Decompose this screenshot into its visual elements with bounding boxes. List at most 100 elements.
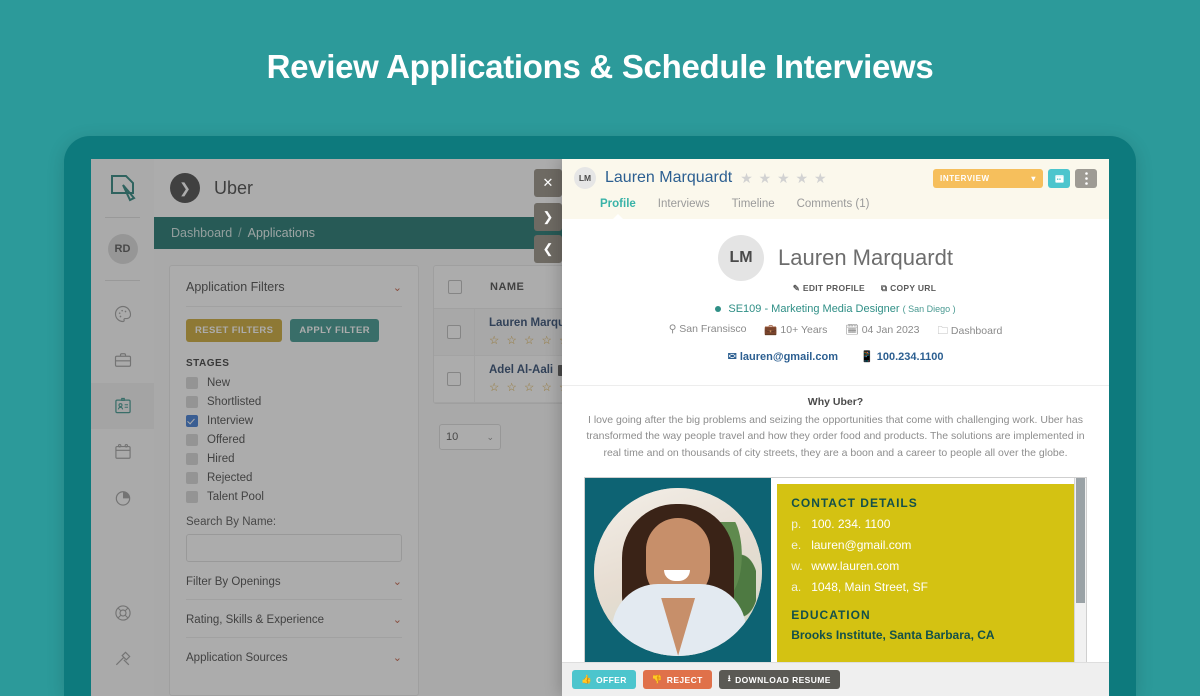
sidebar-item-reports[interactable] — [91, 475, 154, 521]
stage-row-interview[interactable]: Interview — [186, 415, 402, 427]
edit-profile-button[interactable]: ✎ EDIT PROFILE — [793, 283, 865, 294]
sidebar-item-applications[interactable] — [91, 383, 162, 429]
row-checkbox[interactable] — [447, 325, 461, 339]
reject-button[interactable]: 👎 REJECT — [642, 670, 712, 689]
candidate-photo — [594, 487, 763, 656]
breadcrumb-separator: / — [238, 226, 242, 240]
previous-candidate-button[interactable]: ❮ — [534, 235, 562, 263]
chevron-down-icon[interactable]: ⌄ — [393, 281, 402, 294]
accordion-application-sources[interactable]: Application Sources ⌄ — [186, 638, 402, 675]
app-logo[interactable] — [91, 159, 154, 217]
why-section: Why Uber? I love going after the big pro… — [562, 386, 1109, 469]
stage-label-shortlisted: Shortlisted — [207, 396, 262, 408]
stage-row-talent-pool[interactable]: Talent Pool — [186, 491, 402, 503]
resume-key-w: w. — [791, 558, 803, 573]
reset-filters-button[interactable]: RESET FILTERS — [186, 319, 283, 342]
more-options-button[interactable] — [1075, 168, 1097, 188]
stage-dropdown[interactable]: INTERVIEW ▾ — [933, 168, 1043, 188]
download-label: DOWNLOAD RESUME — [735, 674, 831, 685]
meta-location: ⚲ San Fransisco — [668, 323, 747, 335]
breadcrumb-root[interactable]: Dashboard — [171, 226, 232, 240]
tab-interviews[interactable]: Interviews — [658, 198, 710, 219]
checkbox-shortlisted[interactable] — [186, 396, 198, 408]
candidate-name[interactable]: Adel Al-Aali — [489, 364, 571, 376]
row-checkbox[interactable] — [447, 372, 461, 386]
resume-value-p: 100. 234. 1100 — [811, 516, 891, 531]
schedule-interview-button[interactable] — [1048, 168, 1070, 188]
stage-row-offered[interactable]: Offered — [186, 434, 402, 446]
checkbox-interview[interactable] — [186, 415, 198, 427]
resume-contact-email: e. lauren@gmail.com — [791, 538, 1061, 552]
stage-row-hired[interactable]: Hired — [186, 453, 402, 465]
resume-scrollbar[interactable] — [1074, 477, 1086, 662]
checkbox-offered[interactable] — [186, 434, 198, 446]
palette-icon — [114, 305, 131, 323]
copy-url-button[interactable]: ⧉ COPY URL — [881, 283, 936, 294]
calendar-icon — [1054, 174, 1064, 183]
profile-meta: ⚲ San Fransisco 💼 10+ Years 🗓 04 Jan 202… — [572, 323, 1099, 341]
profile-phone[interactable]: 📱 100.234.1100 — [860, 350, 943, 363]
filters-header[interactable]: Application Filters ⌄ — [186, 280, 402, 294]
select-all-checkbox[interactable] — [448, 280, 462, 294]
resume-value-w: www.lauren.com — [811, 558, 900, 573]
profile-email[interactable]: ✉ lauren@gmail.com — [728, 350, 838, 363]
checkbox-new[interactable] — [186, 377, 198, 389]
edit-profile-label: EDIT PROFILE — [802, 283, 866, 293]
stage-row-shortlisted[interactable]: Shortlisted — [186, 396, 402, 408]
stage-label-hired: Hired — [207, 453, 235, 465]
checkbox-hired[interactable] — [186, 453, 198, 465]
stage-dropdown-value: INTERVIEW — [940, 173, 990, 183]
checkbox-rejected[interactable] — [186, 472, 198, 484]
accordion-label-rating: Rating, Skills & Experience — [186, 613, 325, 626]
sidebar-item-jobs[interactable] — [91, 337, 154, 383]
candidate-name-text: Adel Al-Aali — [489, 364, 554, 376]
accordion-label-sources: Application Sources — [186, 651, 288, 664]
accordion-filter-by-openings[interactable]: Filter By Openings ⌄ — [186, 562, 402, 599]
meta-date-text: 04 Jan 2023 — [861, 324, 920, 336]
profile-contact: ✉ lauren@gmail.com 📱 100.234.1100 — [572, 350, 1099, 363]
rail-item-list — [91, 281, 162, 521]
sidebar-item-settings[interactable] — [91, 636, 154, 682]
modal-rating-stars[interactable]: ★ ★ ★ ★ ★ — [740, 170, 827, 187]
candidate-rating[interactable]: ☆ ☆ ☆ ☆ ☆ — [489, 380, 571, 394]
chevron-right-icon: ❯ — [179, 179, 191, 196]
resume-preview[interactable]: CONTACT DETAILS p. 100. 234. 1100 e. laure… — [584, 476, 1087, 662]
chevron-down-icon[interactable]: ⌄ — [393, 651, 402, 664]
stage-row-rejected[interactable]: Rejected — [186, 472, 402, 484]
next-candidate-button[interactable]: ❯ — [534, 203, 562, 231]
accordion-rating-skills-experience[interactable]: Rating, Skills & Experience ⌄ — [186, 600, 402, 637]
reject-label: REJECT — [666, 674, 703, 685]
row-checkbox-cell[interactable] — [434, 309, 475, 355]
search-by-name-input[interactable] — [186, 534, 402, 562]
resume-right-column: CONTACT DETAILS p. 100. 234. 1100 e. laure… — [771, 477, 1075, 662]
filters-heading: Application Filters — [186, 280, 285, 294]
modal-avatar-badge: LM — [574, 167, 596, 189]
chevron-down-icon[interactable]: ⌄ — [393, 613, 402, 626]
back-button[interactable]: ❯ — [170, 173, 200, 203]
tab-timeline[interactable]: Timeline — [732, 198, 775, 219]
checkbox-talent-pool[interactable] — [186, 491, 198, 503]
sidebar-item-support[interactable] — [91, 590, 154, 636]
tab-comments[interactable]: Comments (1) — [797, 198, 870, 219]
why-body: I love going after the big problems and … — [586, 414, 1085, 459]
meta-date: 🗓 04 Jan 2023 — [845, 324, 920, 336]
rows-per-page-select[interactable]: 10 ⌄ — [439, 424, 501, 450]
resume-scrollbar-thumb[interactable] — [1076, 477, 1085, 603]
apply-filter-button[interactable]: APPLY FILTER — [290, 319, 379, 342]
meta-experience-text: 10+ Years — [780, 324, 828, 336]
offer-button[interactable]: 👍 OFFER — [572, 670, 636, 689]
modal-header: LM Lauren Marquardt ★ ★ ★ ★ ★ INTERVIEW … — [562, 159, 1109, 220]
download-resume-button[interactable]: ⭳ DOWNLOAD RESUME — [718, 670, 840, 689]
profile-email-text: lauren@gmail.com — [739, 351, 838, 363]
sidebar-item-calendar[interactable] — [91, 429, 154, 475]
stage-row-new[interactable]: New — [186, 377, 402, 389]
breadcrumb-current: Applications — [247, 226, 316, 240]
user-avatar[interactable]: RD — [91, 218, 154, 280]
close-modal-button[interactable]: ✕ — [534, 169, 562, 197]
sidebar-item-palette[interactable] — [91, 291, 154, 337]
tab-profile[interactable]: Profile — [600, 198, 636, 220]
chevron-down-icon[interactable]: ⌄ — [393, 575, 402, 588]
document-pen-logo-icon — [110, 175, 136, 202]
lifebuoy-icon — [114, 605, 131, 621]
row-checkbox-cell[interactable] — [434, 356, 475, 402]
